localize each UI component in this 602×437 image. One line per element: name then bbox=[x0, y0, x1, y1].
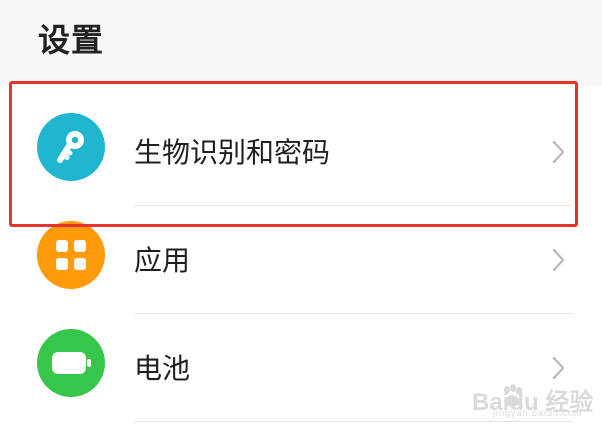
settings-screen: 设置 生物识别和密码 应用 电池 Baidu 经验 jingyan.baidu.… bbox=[0, 0, 602, 437]
settings-item-biometrics-password[interactable]: 生物识别和密码 bbox=[0, 98, 602, 206]
apps-grid-icon bbox=[37, 221, 105, 289]
settings-item-label: 应用 bbox=[134, 244, 191, 277]
baidu-jingyan-watermark: Baidu 经验 jingyan.baidu.com bbox=[458, 377, 593, 425]
settings-item-label: 电池 bbox=[134, 352, 191, 385]
settings-item-label: 生物识别和密码 bbox=[134, 136, 331, 169]
watermark-url-text: jingyan.baidu.com bbox=[493, 408, 583, 418]
chevron-right-icon bbox=[550, 138, 568, 166]
chevron-right-icon bbox=[550, 246, 568, 274]
battery-icon bbox=[37, 329, 105, 397]
settings-item-apps[interactable]: 应用 bbox=[0, 206, 602, 314]
page-title: 设置 bbox=[38, 21, 105, 59]
key-icon bbox=[37, 113, 105, 181]
